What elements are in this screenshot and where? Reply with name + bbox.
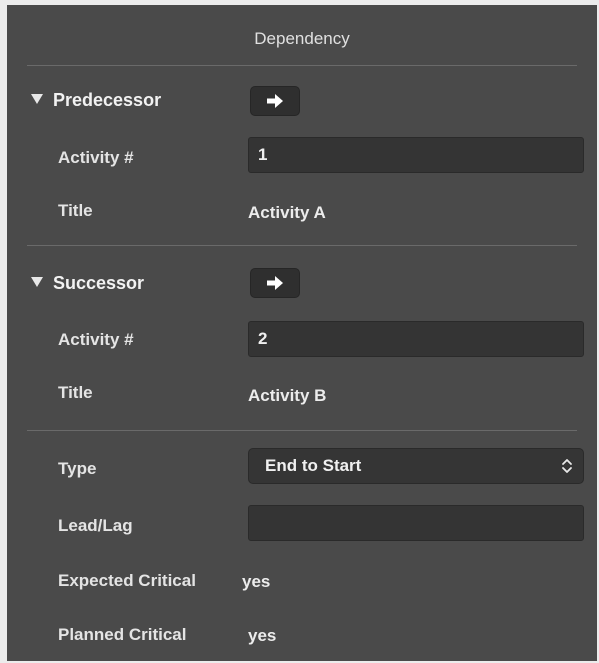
successor-title-label: Title bbox=[58, 383, 93, 402]
expected-critical-value: yes bbox=[242, 572, 271, 591]
disclosure-triangle-icon bbox=[31, 94, 43, 104]
successor-activity-label: Activity # bbox=[58, 330, 134, 349]
divider bbox=[27, 245, 577, 246]
predecessor-heading: Predecessor bbox=[53, 90, 162, 110]
predecessor-activity-label: Activity # bbox=[58, 148, 134, 167]
predecessor-title-label: Title bbox=[58, 201, 93, 220]
dependency-type-select[interactable]: End to Start bbox=[248, 448, 584, 484]
expected-critical-label: Expected Critical bbox=[58, 571, 196, 590]
go-to-predecessor-button[interactable] bbox=[250, 86, 300, 116]
divider bbox=[27, 430, 577, 431]
planned-critical-value: yes bbox=[248, 626, 277, 645]
type-label: Type bbox=[58, 459, 97, 478]
successor-activity-input[interactable] bbox=[248, 321, 584, 357]
predecessor-activity-input[interactable] bbox=[248, 137, 584, 173]
successor-title-value: Activity B bbox=[248, 386, 327, 405]
planned-critical-label: Planned Critical bbox=[58, 625, 187, 644]
lead-lag-input[interactable] bbox=[248, 505, 584, 541]
dependency-type-value: End to Start bbox=[265, 456, 362, 475]
arrow-right-icon bbox=[267, 276, 283, 290]
disclosure-triangle-icon bbox=[31, 277, 43, 287]
panel-title: Dependency bbox=[254, 29, 350, 48]
divider bbox=[27, 65, 577, 66]
predecessor-title-value: Activity A bbox=[248, 203, 326, 222]
stepper-chevrons-icon bbox=[561, 457, 573, 475]
lead-lag-label: Lead/Lag bbox=[58, 516, 133, 535]
successor-heading: Successor bbox=[53, 273, 145, 293]
arrow-right-icon bbox=[267, 94, 283, 108]
successor-section-toggle[interactable]: Successor bbox=[31, 273, 144, 294]
go-to-successor-button[interactable] bbox=[250, 268, 300, 298]
dependency-inspector-panel: Dependency Predecessor Activity # Title … bbox=[7, 5, 597, 661]
predecessor-section-toggle[interactable]: Predecessor bbox=[31, 90, 161, 111]
